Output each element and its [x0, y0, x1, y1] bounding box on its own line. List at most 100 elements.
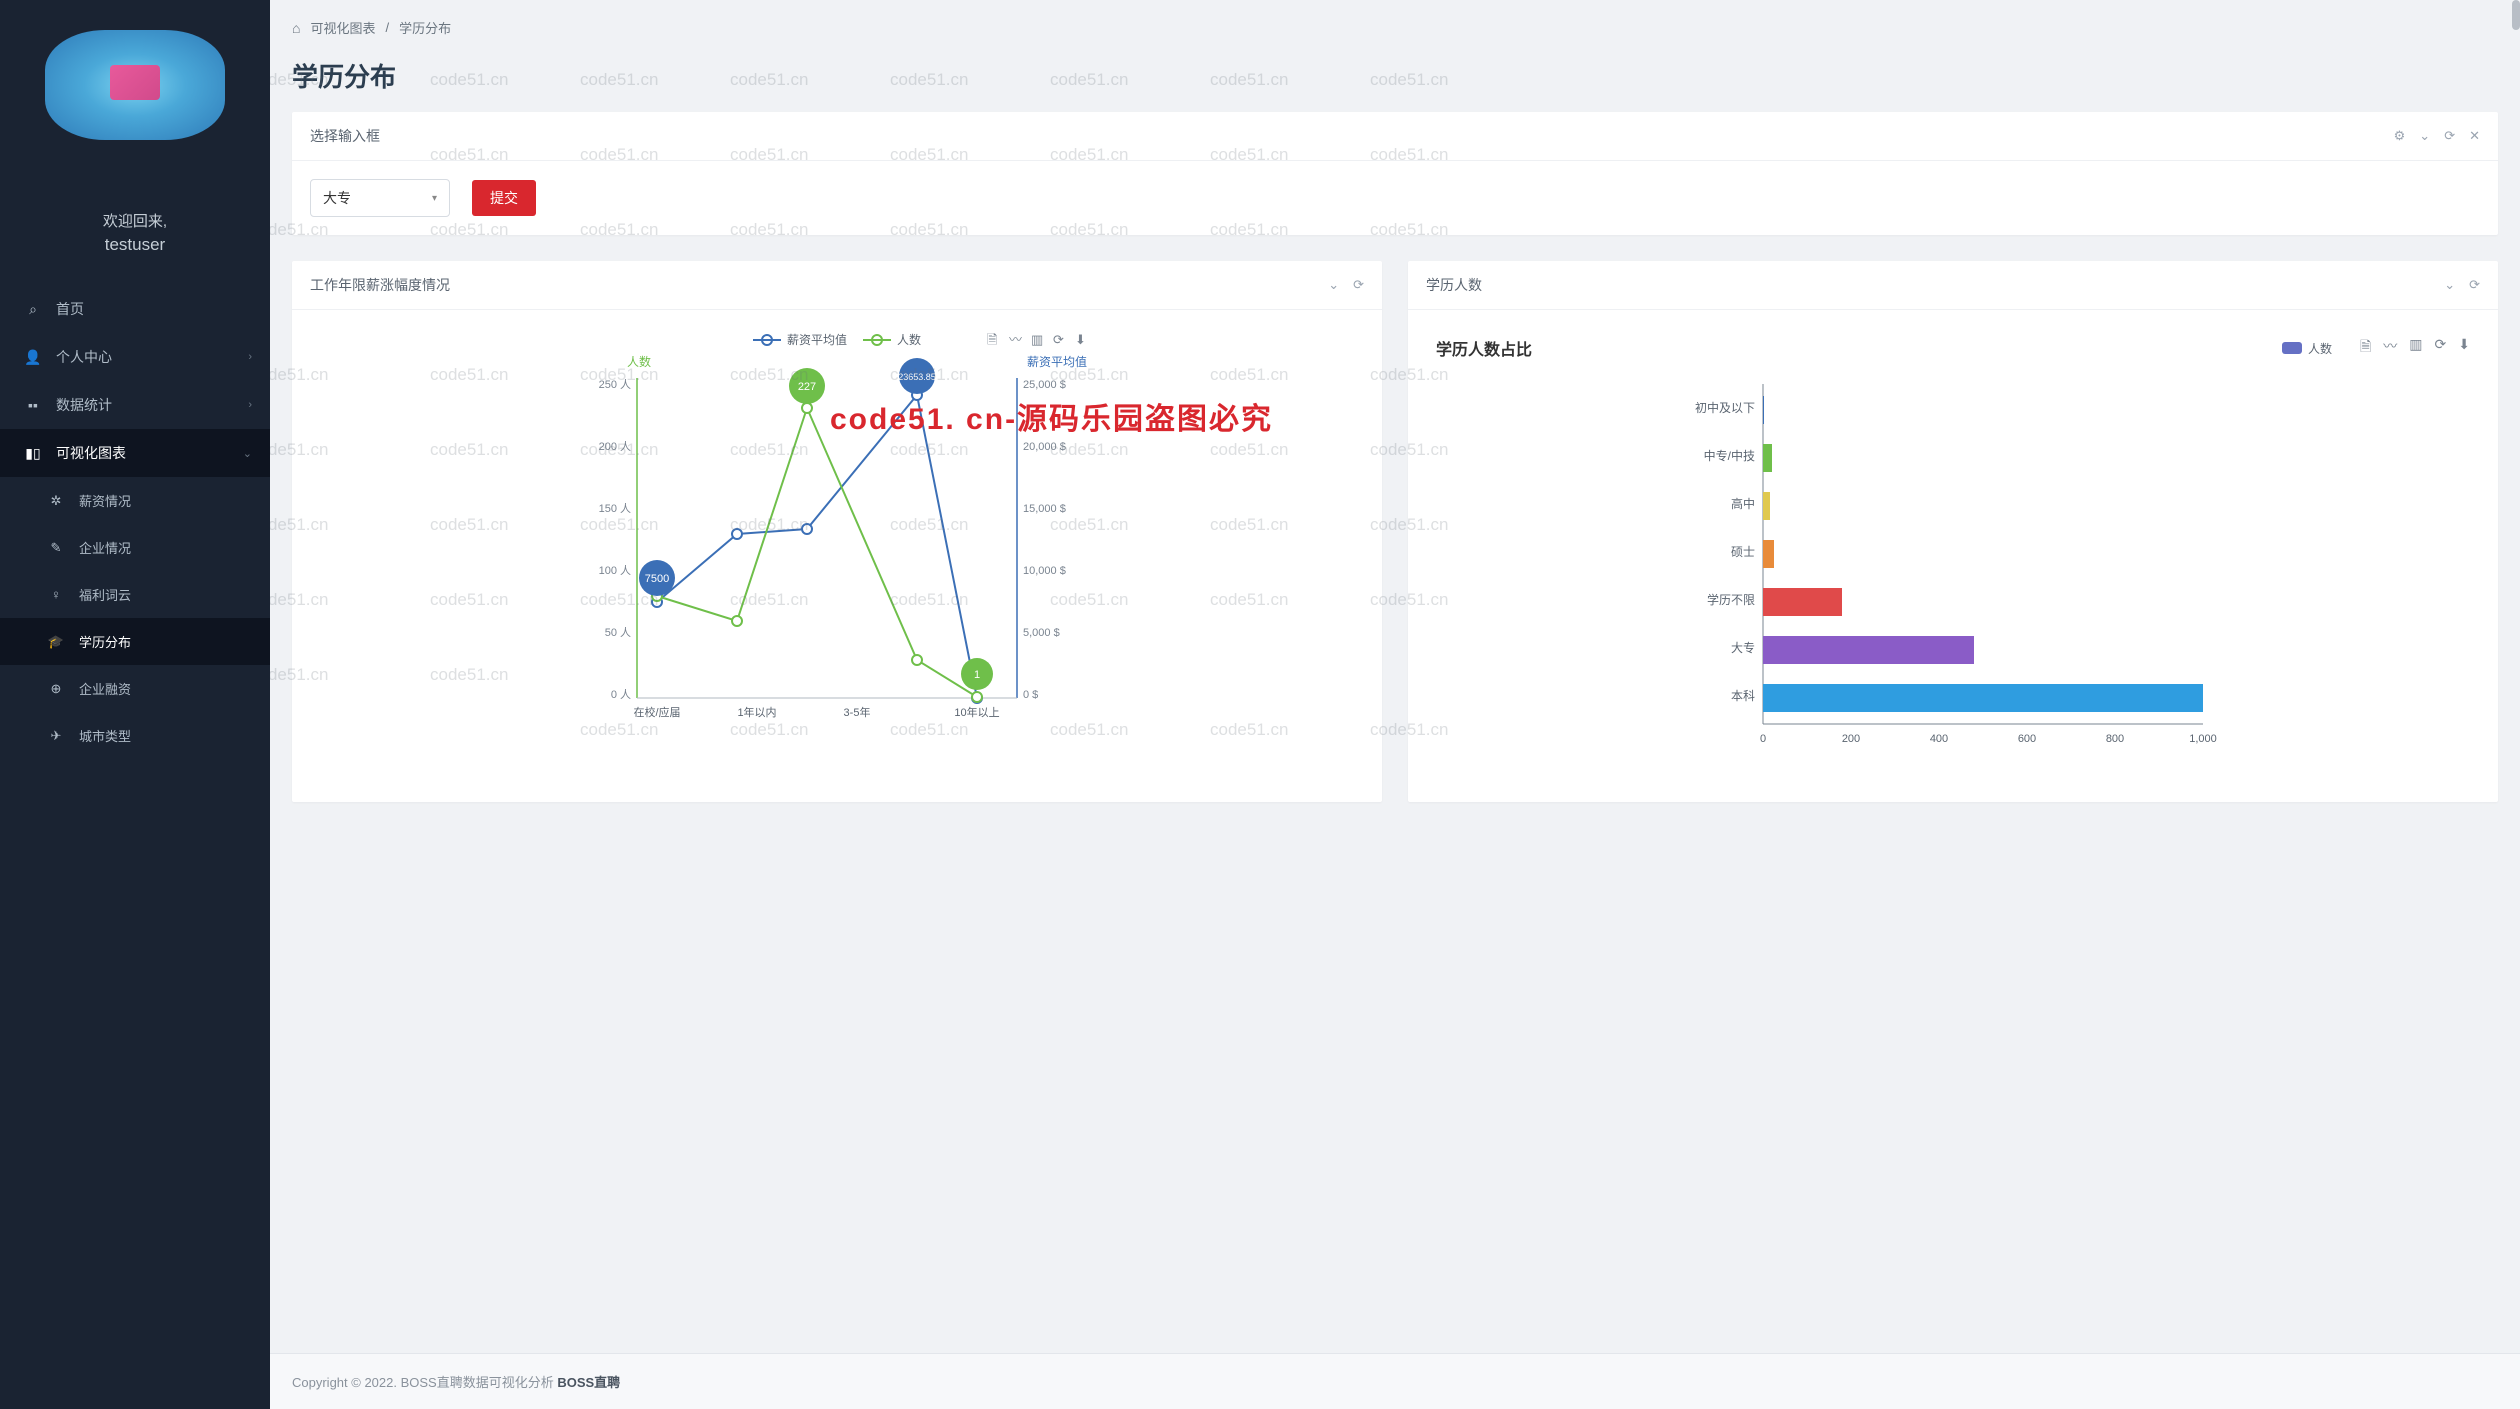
breadcrumb-item[interactable]: 可视化图表 [310, 18, 375, 37]
svg-text:中专/中技: 中专/中技 [1704, 448, 1755, 463]
svg-text:7500: 7500 [645, 573, 669, 585]
svg-text:20,000 $: 20,000 $ [1023, 441, 1066, 453]
chart-icon: ▮▯ [22, 445, 44, 462]
home-icon[interactable]: ⌂ [292, 20, 300, 36]
filter-panel-title: 选择输入框 [310, 126, 380, 146]
graduation-icon: 🎓 [45, 634, 67, 650]
sidebar-item-city[interactable]: ✈城市类型 [0, 712, 270, 759]
svg-text:50 人: 50 人 [605, 626, 631, 639]
svg-text:400: 400 [1930, 733, 1948, 745]
close-icon[interactable]: ✕ [2469, 128, 2480, 144]
bar-chart: 初中及以下 中专/中技 高中 硕士 学历不限 大专 本科 [1426, 364, 2480, 784]
sparkle-icon: ✲ [45, 493, 67, 509]
svg-text:〰: 〰 [1009, 332, 1022, 347]
svg-text:200 人: 200 人 [599, 440, 631, 453]
svg-text:200: 200 [1842, 733, 1860, 745]
sidebar-item-wordcloud[interactable]: ♀福利词云 [0, 571, 270, 618]
sidebar-item-company[interactable]: ✎企业情况 [0, 524, 270, 571]
line-chart: 薪资平均值 人数 🗎〰▥⟳⬇ 人数 薪资平均值 [310, 328, 1364, 748]
caret-down-icon: ▾ [432, 193, 437, 204]
gear-icon[interactable]: ⚙ [2394, 128, 2406, 144]
svg-text:227: 227 [798, 381, 816, 393]
sidebar-item-education[interactable]: 🎓学历分布 [0, 618, 270, 665]
dashboard-icon: ⌕ [22, 301, 44, 318]
svg-text:600: 600 [2018, 733, 2036, 745]
footer-brand: BOSS直聘 [557, 1375, 620, 1390]
svg-text:150 人: 150 人 [599, 502, 631, 515]
breadcrumb-current: 学历分布 [399, 18, 451, 37]
data-view-icon[interactable]: 🗎 [2360, 336, 2371, 360]
svg-text:3-5年: 3-5年 [844, 705, 871, 719]
svg-text:薪资平均值: 薪资平均值 [1027, 354, 1087, 369]
page-title: 学历分布 [292, 57, 2498, 94]
line-toggle-icon[interactable]: 〰 [2383, 336, 2397, 360]
download-icon[interactable]: ⬇ [2458, 336, 2470, 360]
scrollbar[interactable] [2512, 0, 2520, 30]
svg-text:100 人: 100 人 [599, 564, 631, 577]
sidebar-item-financing[interactable]: ⊕企业融资 [0, 665, 270, 712]
svg-text:1,000: 1,000 [2189, 733, 2217, 745]
svg-text:▥: ▥ [1031, 332, 1043, 347]
svg-text:0 人: 0 人 [611, 688, 631, 701]
chevron-down-icon[interactable]: ⌄ [2444, 277, 2455, 293]
main: code51.cncode51.cncode51.cncode51.cncode… [270, 0, 2520, 1409]
svg-text:🗎: 🗎 [987, 332, 997, 347]
globe-icon: ⊕ [45, 681, 67, 697]
sidebar-item-stats[interactable]: ▪▪数据统计› [0, 381, 270, 429]
restore-icon[interactable]: ⟳ [2435, 336, 2447, 360]
sidebar-nav: ⌕首页 👤个人中心› ▪▪数据统计› ▮▯可视化图表⌄ ✲薪资情况 ✎企业情况 … [0, 285, 270, 759]
submit-button[interactable]: 提交 [472, 180, 536, 216]
bar-legend: 人数 [2282, 340, 2332, 357]
panel2-title: 学历人数 [1426, 275, 1482, 295]
avatar-section [0, 0, 270, 160]
bulb-icon: ♀ [45, 587, 67, 602]
svg-text:硕士: 硕士 [1731, 545, 1755, 559]
svg-text:本科: 本科 [1731, 689, 1755, 703]
chevron-right-icon: › [248, 351, 252, 363]
breadcrumb: ⌂ 可视化图表 / 学历分布 [292, 0, 2498, 47]
welcome-line1: 欢迎回来, [0, 210, 270, 231]
sidebar-item-charts[interactable]: ▮▯可视化图表⌄ [0, 429, 270, 477]
education-count-panel: 学历人数 ⌄ ⟳ 学历人数占比 人数 🗎 [1408, 261, 2498, 802]
select-value: 大专 [323, 188, 351, 208]
sidebar: 欢迎回来, testuser ⌕首页 👤个人中心› ▪▪数据统计› ▮▯可视化图… [0, 0, 270, 1409]
svg-text:学历不限: 学历不限 [1707, 592, 1755, 607]
sidebar-item-profile[interactable]: 👤个人中心› [0, 333, 270, 381]
svg-text:⬇: ⬇ [1075, 332, 1086, 347]
refresh-icon[interactable]: ⟳ [1353, 277, 1364, 293]
svg-text:800: 800 [2106, 733, 2124, 745]
footer: Copyright © 2022. BOSS直聘数据可视化分析 BOSS直聘 [270, 1353, 2520, 1409]
svg-text:10,000 $: 10,000 $ [1023, 565, 1066, 577]
bar-toggle-icon[interactable]: ▥ [2409, 336, 2422, 360]
rocket-icon: ✈ [45, 728, 67, 744]
svg-text:250 人: 250 人 [599, 378, 631, 391]
svg-text:大专: 大专 [1731, 640, 1755, 655]
feather-icon: ✎ [45, 540, 67, 556]
refresh-icon[interactable]: ⟳ [2469, 277, 2480, 293]
filter-panel: 选择输入框 ⚙ ⌄ ⟳ ✕ 大专 ▾ 提交 [292, 112, 2498, 235]
svg-text:1年以内: 1年以内 [737, 705, 776, 719]
chevron-down-icon[interactable]: ⌄ [2419, 128, 2430, 144]
svg-text:⟳: ⟳ [1053, 332, 1064, 347]
svg-text:高中: 高中 [1731, 496, 1755, 511]
svg-text:初中及以下: 初中及以下 [1695, 400, 1755, 415]
sidebar-item-salary[interactable]: ✲薪资情况 [0, 477, 270, 524]
salary-trend-panel: 工作年限薪涨幅度情况 ⌄ ⟳ 薪资平均值 [292, 261, 1382, 802]
welcome-text: 欢迎回来, testuser [0, 210, 270, 255]
chevron-down-icon[interactable]: ⌄ [1328, 277, 1339, 293]
svg-text:23653.85: 23653.85 [898, 372, 936, 382]
svg-text:0: 0 [1760, 733, 1766, 745]
svg-text:10年以上: 10年以上 [954, 705, 999, 719]
sidebar-item-home[interactable]: ⌕首页 [0, 285, 270, 333]
svg-text:人数: 人数 [897, 332, 921, 347]
svg-text:薪资平均值: 薪资平均值 [787, 332, 847, 347]
grid-icon: ▪▪ [22, 397, 44, 413]
refresh-icon[interactable]: ⟳ [2444, 128, 2455, 144]
panel1-title: 工作年限薪涨幅度情况 [310, 275, 450, 295]
svg-text:在校/应届: 在校/应届 [633, 705, 680, 719]
svg-text:0 $: 0 $ [1023, 689, 1038, 701]
education-select[interactable]: 大专 ▾ [310, 179, 450, 217]
breadcrumb-sep: / [385, 20, 389, 35]
footer-text: Copyright © 2022. BOSS直聘数据可视化分析 [292, 1375, 557, 1390]
svg-text:1: 1 [974, 669, 980, 681]
